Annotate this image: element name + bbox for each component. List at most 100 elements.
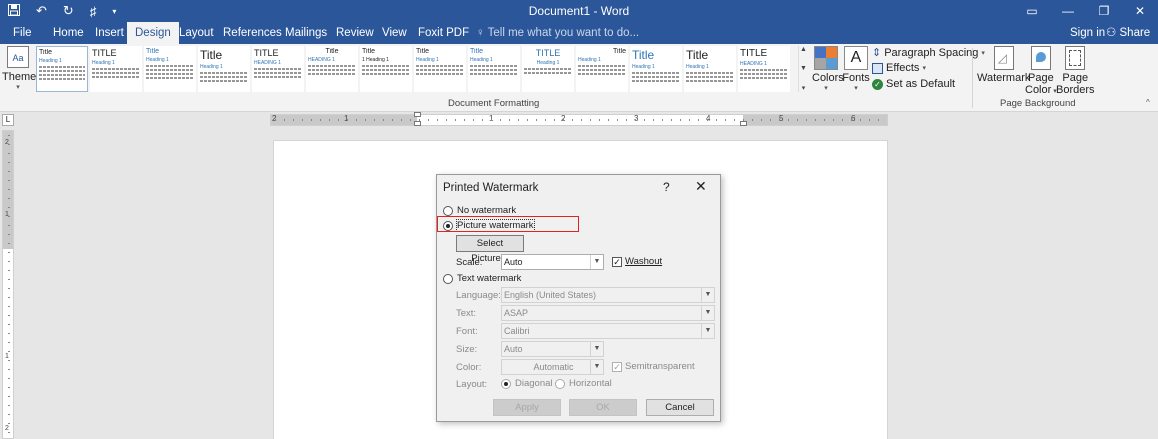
chevron-down-icon[interactable]: ▼ bbox=[701, 324, 714, 338]
apply-button[interactable]: Apply bbox=[493, 399, 561, 416]
style-set-item[interactable]: Title 1 Heading 1 bbox=[360, 46, 412, 92]
size-select[interactable]: Auto ▼ bbox=[501, 341, 604, 357]
ruler-tick bbox=[536, 119, 537, 121]
scroll-up-icon[interactable]: ▲ bbox=[800, 46, 807, 53]
cancel-button[interactable]: Cancel bbox=[646, 399, 714, 416]
style-set-item[interactable]: Title Heading 1 bbox=[414, 46, 466, 92]
tab-design[interactable]: Design bbox=[127, 22, 179, 44]
ruler-tick bbox=[8, 162, 10, 163]
ruler-tick bbox=[869, 119, 870, 121]
style-title: TITLE bbox=[740, 48, 768, 59]
select-picture-button[interactable]: Select Picture... bbox=[456, 235, 524, 264]
tab-review[interactable]: Review bbox=[336, 22, 374, 44]
tab-view[interactable]: View bbox=[382, 22, 407, 44]
style-set-item[interactable]: Title Heading 1 bbox=[468, 46, 520, 92]
ruler-tick bbox=[599, 119, 600, 121]
paragraph-spacing-button[interactable]: ⇕ Paragraph Spacing ▾ bbox=[872, 46, 985, 60]
style-set-item[interactable]: Title Heading 1 bbox=[144, 46, 196, 92]
colors-label: Colors bbox=[812, 72, 844, 84]
page-borders-button[interactable]: Page Borders bbox=[1056, 46, 1095, 96]
style-set-item[interactable]: Title Heading 1 bbox=[684, 46, 736, 92]
no-watermark-radio[interactable]: No watermark bbox=[443, 205, 516, 216]
first-line-indent-marker[interactable] bbox=[414, 112, 421, 117]
group-separator bbox=[972, 48, 973, 108]
tab-insert[interactable]: Insert bbox=[95, 22, 124, 44]
minimize-icon[interactable]: — bbox=[1050, 0, 1086, 22]
style-set-item[interactable]: TITLE HEADING 1 bbox=[252, 46, 304, 92]
ruler-tick bbox=[293, 119, 294, 121]
ruler-tick bbox=[8, 297, 10, 298]
gallery-more-icon[interactable]: ▾ bbox=[802, 84, 806, 92]
close-icon[interactable]: ✕ bbox=[695, 178, 707, 195]
text-select[interactable]: ASAP ▼ bbox=[501, 305, 715, 321]
collapse-ribbon-icon[interactable]: ^ bbox=[1146, 98, 1150, 107]
style-set-item[interactable]: Title Heading 1 bbox=[198, 46, 250, 92]
fonts-icon: A bbox=[844, 46, 868, 70]
restore-icon[interactable]: ❐ bbox=[1086, 0, 1122, 22]
fonts-button[interactable]: A Fonts ▾ bbox=[842, 46, 870, 92]
paragraph-spacing-label: Paragraph Spacing bbox=[884, 46, 979, 59]
share-button[interactable]: ⚇ Share bbox=[1106, 22, 1150, 44]
vertical-ruler[interactable]: 2 1 1 2 bbox=[2, 130, 14, 439]
ruler-tick bbox=[8, 315, 10, 316]
chevron-down-icon[interactable]: ▼ bbox=[590, 255, 603, 269]
scale-select[interactable]: Auto ▼ bbox=[501, 254, 604, 270]
style-set-item[interactable]: TITLE Heading 1 bbox=[522, 46, 574, 92]
diagonal-radio[interactable]: Diagonal bbox=[501, 378, 553, 389]
language-select[interactable]: English (United States) ▼ bbox=[501, 287, 715, 303]
effects-button[interactable]: Effects ▾ bbox=[872, 62, 926, 74]
ruler-tick bbox=[779, 119, 780, 121]
ruler-tick bbox=[8, 279, 10, 280]
tab-mailings[interactable]: Mailings bbox=[285, 22, 327, 44]
font-select[interactable]: Calibri ▼ bbox=[501, 323, 715, 339]
style-set-item[interactable]: Title Heading 1 bbox=[36, 46, 88, 92]
page-color-button[interactable]: Page Color ▾ bbox=[1025, 46, 1057, 96]
scroll-down-icon[interactable]: ▼ bbox=[800, 65, 807, 72]
tab-layout[interactable]: Layout bbox=[179, 22, 214, 44]
ok-button[interactable]: OK bbox=[569, 399, 637, 416]
tab-home[interactable]: Home bbox=[53, 22, 84, 44]
style-set-item[interactable]: Title Heading 1 bbox=[630, 46, 682, 92]
watermark-button[interactable]: ◿ Watermark bbox=[977, 46, 1030, 84]
ruler-tick bbox=[365, 119, 366, 121]
text-watermark-radio[interactable]: Text watermark bbox=[443, 273, 521, 284]
ruler-tick bbox=[860, 119, 861, 121]
help-icon[interactable]: ? bbox=[663, 180, 670, 194]
left-indent-marker[interactable] bbox=[414, 121, 421, 126]
semitransparent-checkbox[interactable]: ✓ Semitransparent bbox=[612, 361, 695, 372]
chevron-down-icon[interactable]: ▼ bbox=[590, 360, 603, 374]
highlight-box bbox=[437, 216, 579, 232]
tab-file[interactable]: File bbox=[13, 22, 32, 44]
style-set-item[interactable]: Title Heading 1 bbox=[576, 46, 628, 92]
themes-button[interactable]: Aa Themes ▾ bbox=[2, 46, 42, 96]
ruler-tick bbox=[464, 119, 465, 121]
ruler-tick bbox=[680, 119, 681, 121]
horizontal-radio[interactable]: Horizontal bbox=[555, 378, 612, 389]
tab-references[interactable]: References bbox=[223, 22, 282, 44]
chevron-down-icon[interactable]: ▼ bbox=[701, 306, 714, 320]
chevron-down-icon[interactable]: ▼ bbox=[590, 342, 603, 356]
ribbon-display-options-icon[interactable]: ▭ bbox=[1014, 0, 1050, 22]
set-as-default-button[interactable]: ✓ Set as Default bbox=[872, 78, 955, 90]
ruler-tick bbox=[698, 119, 699, 121]
horizontal-ruler[interactable]: 2 1 1 2 3 4 5 6 bbox=[270, 112, 888, 126]
tell-me-box[interactable]: ♀ Tell me what you want to do... bbox=[476, 22, 639, 44]
style-set-item[interactable]: Title HEADING 1 bbox=[306, 46, 358, 92]
radio-circle bbox=[443, 205, 453, 216]
washout-checkbox[interactable]: ✓ Washout bbox=[612, 256, 662, 267]
style-set-item[interactable]: TITLE HEADING 1 bbox=[738, 46, 790, 92]
ruler-tick bbox=[275, 119, 276, 121]
color-select[interactable]: Automatic ▼ bbox=[501, 359, 604, 375]
style-set-item[interactable]: TITLE Heading 1 bbox=[90, 46, 142, 92]
tab-foxit-pdf[interactable]: Foxit PDF bbox=[418, 22, 469, 44]
style-title: Title bbox=[39, 49, 52, 56]
ruler-tick bbox=[743, 119, 744, 121]
text-label: Text: bbox=[456, 308, 477, 319]
sign-in-link[interactable]: Sign in bbox=[1070, 22, 1105, 44]
tab-selector[interactable]: L bbox=[2, 114, 14, 126]
gallery-scroll[interactable]: ▲ ▼ ▾ bbox=[798, 46, 808, 92]
right-indent-marker[interactable] bbox=[740, 121, 747, 126]
chevron-down-icon[interactable]: ▼ bbox=[701, 288, 714, 302]
colors-button[interactable]: Colors ▾ bbox=[812, 46, 844, 92]
close-window-icon[interactable]: ✕ bbox=[1122, 0, 1158, 22]
